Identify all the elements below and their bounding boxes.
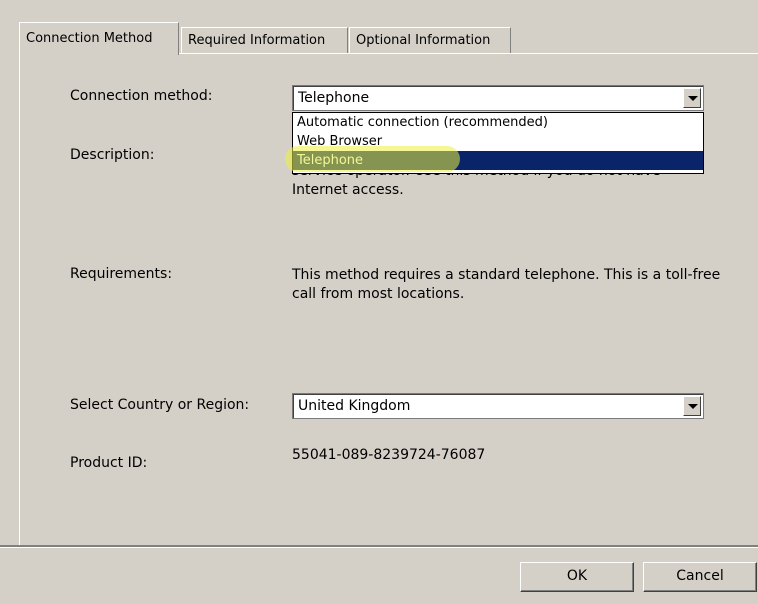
chevron-down-icon[interactable] xyxy=(683,88,701,108)
footer-divider xyxy=(0,545,758,548)
tab-bar: Connection Method Required Information O… xyxy=(0,22,758,55)
description-label: Description: xyxy=(70,147,155,163)
tab-required-information[interactable]: Required Information xyxy=(181,27,348,53)
chevron-down-icon[interactable] xyxy=(683,396,701,416)
connection-method-label: Connection method: xyxy=(70,88,213,104)
requirements-text: This method requires a standard telephon… xyxy=(292,267,721,302)
country-label: Select Country or Region: xyxy=(70,397,250,413)
connection-method-value: Telephone xyxy=(298,90,370,106)
requirements-label: Requirements: xyxy=(70,266,173,282)
country-value: United Kingdom xyxy=(298,398,411,414)
connection-method-select[interactable]: Telephone xyxy=(292,85,704,111)
ok-button[interactable]: OK xyxy=(520,562,634,592)
tab-optional-information[interactable]: Optional Information xyxy=(349,27,511,53)
cancel-button[interactable]: Cancel xyxy=(643,562,757,592)
product-id-label: Product ID: xyxy=(70,455,148,471)
highlighter-mark xyxy=(285,146,460,172)
product-id-value: 55041-089-8239724-76087 xyxy=(292,447,486,463)
option-automatic[interactable]: Automatic connection (recommended) xyxy=(293,113,703,132)
country-select[interactable]: United Kingdom xyxy=(292,393,704,419)
tab-connection-method[interactable]: Connection Method xyxy=(19,22,179,55)
